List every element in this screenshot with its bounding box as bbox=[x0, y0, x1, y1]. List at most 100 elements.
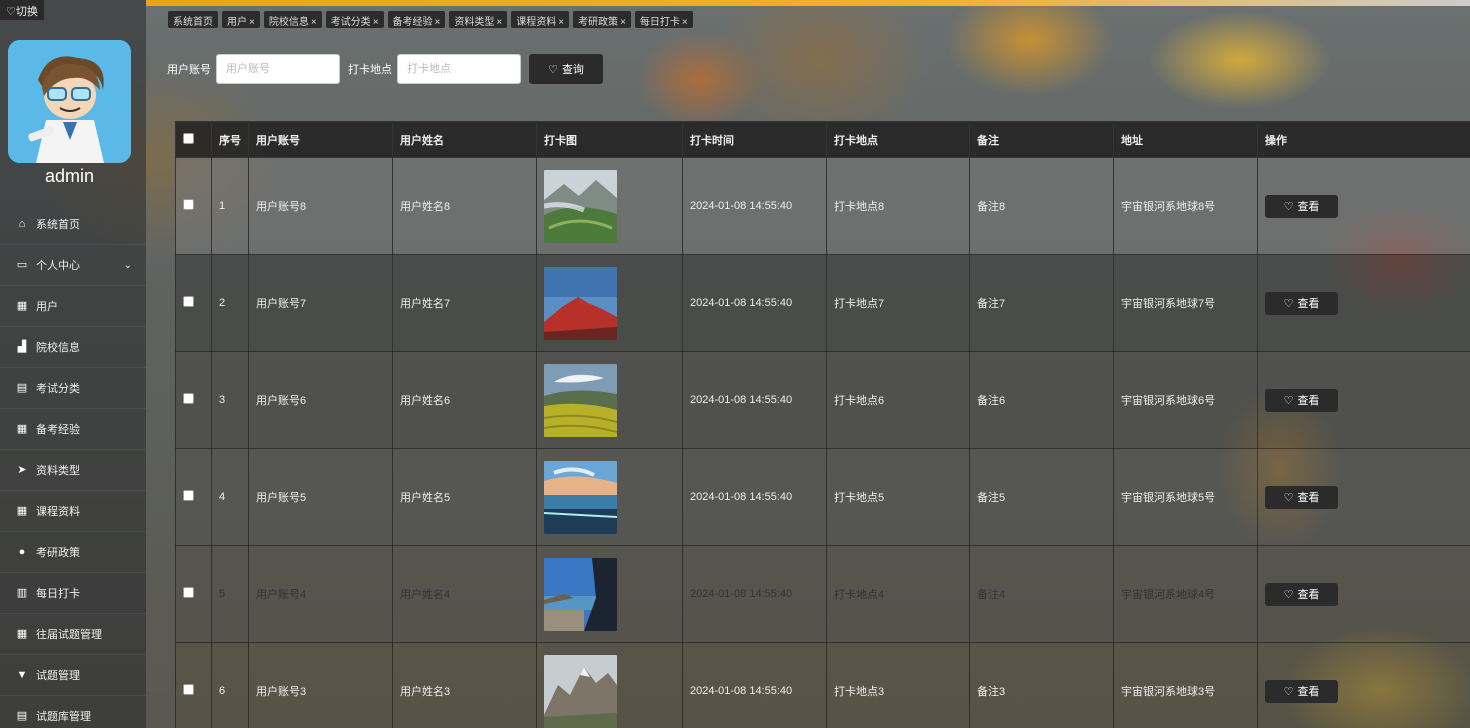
close-icon[interactable]: × bbox=[496, 17, 502, 28]
sidebar-menu: ⌂ 系统首页 ▭ 个人中心 ⌄ ▦ 用户 ▟ 院校信息 ▤ 考试分类 ▦ 备考经验 ➤ 资料类型 ▦ 课程资料 ●… bbox=[0, 204, 146, 728]
view-button[interactable]: ♡ 查看 bbox=[1265, 485, 1338, 509]
view-button[interactable]: ♡ 查看 bbox=[1265, 291, 1338, 315]
image-cell bbox=[536, 157, 683, 255]
search-bar: 用户账号 打卡地点 ♡ 查询 bbox=[167, 54, 603, 84]
location-label: 打卡地点 bbox=[348, 64, 392, 76]
index-cell: 2 bbox=[211, 254, 249, 352]
tab[interactable]: 考试分类 × bbox=[325, 11, 384, 28]
tab[interactable]: 系统首页 bbox=[168, 11, 218, 28]
address-cell: 宇宙银河系地球5号 bbox=[1113, 448, 1258, 546]
sidebar-item-label: 考试分类 bbox=[36, 383, 80, 395]
sidebar-item[interactable]: ▥ 每日打卡 bbox=[0, 573, 146, 614]
row-checkbox[interactable] bbox=[183, 684, 194, 695]
close-icon[interactable]: × bbox=[435, 17, 441, 28]
checkin-photo-thumbnail[interactable] bbox=[544, 363, 617, 437]
tab[interactable]: 课程资料 × bbox=[511, 11, 570, 28]
sidebar-item[interactable]: ▤ 试题库管理 bbox=[0, 696, 146, 728]
close-icon[interactable]: × bbox=[249, 17, 255, 28]
address-cell: 宇宙银河系地球8号 bbox=[1113, 157, 1258, 255]
select-cell bbox=[175, 254, 212, 352]
close-icon[interactable]: × bbox=[620, 17, 626, 28]
tab[interactable]: 每日打卡 × bbox=[634, 11, 693, 28]
sidebar-item[interactable]: ▦ 备考经验 bbox=[0, 409, 146, 450]
checkin-photo-thumbnail[interactable] bbox=[544, 654, 617, 728]
sidebar-item[interactable]: ▭ 个人中心 ⌄ bbox=[0, 245, 146, 286]
select-cell bbox=[175, 448, 212, 546]
select-cell bbox=[175, 157, 212, 255]
sidebar-item[interactable]: ▼ 试题管理 bbox=[0, 655, 146, 696]
checkin-photo-thumbnail[interactable] bbox=[544, 460, 617, 534]
sidebar-item[interactable]: ▦ 课程资料 bbox=[0, 491, 146, 532]
tab[interactable]: 资料类型 × bbox=[449, 11, 508, 28]
action-cell: ♡ 查看 bbox=[1257, 448, 1470, 546]
name-cell: 用户姓名4 bbox=[392, 545, 537, 643]
location-search-input[interactable] bbox=[397, 54, 521, 84]
heart-icon: ♡ bbox=[1283, 685, 1294, 698]
query-button[interactable]: ♡ 查询 bbox=[529, 54, 603, 84]
sidebar-item-label: 课程资料 bbox=[36, 506, 80, 518]
sidebar-item[interactable]: ▤ 考试分类 bbox=[0, 368, 146, 409]
close-icon[interactable]: × bbox=[558, 17, 564, 28]
tab[interactable]: 考研政策 × bbox=[573, 11, 631, 28]
close-icon[interactable]: × bbox=[311, 17, 317, 28]
table-header-row: 序号 用户账号 用户姓名 打卡图 打卡时间 打卡地点 备注 地址 操作 bbox=[175, 121, 1470, 158]
view-button[interactable]: ♡ 查看 bbox=[1265, 388, 1338, 412]
account-cell: 用户账号4 bbox=[248, 545, 393, 643]
view-button[interactable]: ♡ 查看 bbox=[1265, 582, 1338, 606]
checkin-photo-thumbnail[interactable] bbox=[544, 266, 617, 340]
sidebar-item[interactable]: ▦ 往届试题管理 bbox=[0, 614, 146, 655]
tab[interactable]: 备考经验 × bbox=[387, 11, 446, 28]
home-icon: ⌂ bbox=[18, 218, 26, 230]
row-checkbox[interactable] bbox=[183, 490, 194, 501]
table-row: 1 用户账号8 用户姓名8 2024-01-08 14:55:40 打卡地点8 备注8 宇宙… bbox=[175, 157, 1470, 255]
sidebar-item[interactable]: ⌂ 系统首页 bbox=[0, 204, 146, 245]
row-checkbox[interactable] bbox=[183, 393, 194, 404]
heart-icon: ♡ bbox=[1283, 491, 1294, 504]
view-label: 查看 bbox=[1297, 395, 1320, 407]
id-card-icon: ▭ bbox=[16, 259, 28, 271]
switch-button[interactable]: ♡切换 bbox=[0, 0, 44, 20]
chevron-down-icon[interactable]: ⌄ bbox=[124, 260, 132, 271]
close-icon[interactable]: × bbox=[373, 17, 379, 28]
action-cell: ♡ 查看 bbox=[1257, 254, 1470, 352]
note-cell: 备注6 bbox=[969, 351, 1114, 449]
location-cell: 打卡地点7 bbox=[826, 254, 970, 352]
row-checkbox[interactable] bbox=[183, 587, 194, 598]
tab-label: 系统首页 bbox=[173, 17, 213, 28]
tab-label: 课程资料 bbox=[516, 17, 557, 28]
sidebar-item[interactable]: ▟ 院校信息 bbox=[0, 327, 146, 368]
select-all-checkbox[interactable] bbox=[183, 132, 194, 144]
view-button[interactable]: ♡ 查看 bbox=[1265, 194, 1338, 218]
name-cell: 用户姓名5 bbox=[392, 448, 537, 546]
close-icon[interactable]: × bbox=[682, 17, 688, 28]
account-search-input[interactable] bbox=[216, 54, 340, 84]
tab[interactable]: 用户 × bbox=[222, 11, 260, 28]
select-cell bbox=[175, 545, 212, 643]
location-cell: 打卡地点4 bbox=[826, 545, 970, 643]
heart-icon: ♡ bbox=[1283, 200, 1294, 213]
note-cell: 备注4 bbox=[969, 545, 1114, 643]
table-row: 2 用户账号7 用户姓名7 2024-01-08 14:55:40 打卡地点7 备注7 宇宙… bbox=[175, 254, 1470, 352]
view-label: 查看 bbox=[1297, 201, 1320, 213]
tab[interactable]: 院校信息 × bbox=[263, 11, 322, 28]
column-header: 用户姓名 bbox=[392, 121, 537, 158]
sidebar-item-label: 往届试题管理 bbox=[36, 629, 102, 641]
checkin-photo-thumbnail[interactable] bbox=[544, 169, 617, 243]
sidebar-item-label: 个人中心 bbox=[36, 260, 80, 272]
action-cell: ♡ 查看 bbox=[1257, 351, 1470, 449]
table-row: 4 用户账号5 用户姓名5 2024-01-08 14:55:40 打卡地点5 备注5 宇宙… bbox=[175, 448, 1470, 546]
checkin-photo-thumbnail[interactable] bbox=[544, 557, 617, 631]
view-button[interactable]: ♡ 查看 bbox=[1265, 679, 1338, 703]
sidebar-item[interactable]: ● 考研政策 bbox=[0, 532, 146, 573]
row-checkbox[interactable] bbox=[183, 199, 194, 210]
tab-label: 考研政策 bbox=[578, 17, 619, 28]
sidebar-item[interactable]: ▦ 用户 bbox=[0, 286, 146, 327]
address-cell: 宇宙银河系地球4号 bbox=[1113, 545, 1258, 643]
sidebar-item[interactable]: ➤ 资料类型 bbox=[0, 450, 146, 491]
sidebar-item-label: 每日打卡 bbox=[36, 588, 80, 600]
sidebar-item-label: 考研政策 bbox=[36, 547, 80, 559]
username: admin bbox=[44, 166, 95, 186]
row-checkbox[interactable] bbox=[183, 296, 194, 307]
grid-icon: ▦ bbox=[16, 300, 28, 312]
action-cell: ♡ 查看 bbox=[1257, 545, 1470, 643]
